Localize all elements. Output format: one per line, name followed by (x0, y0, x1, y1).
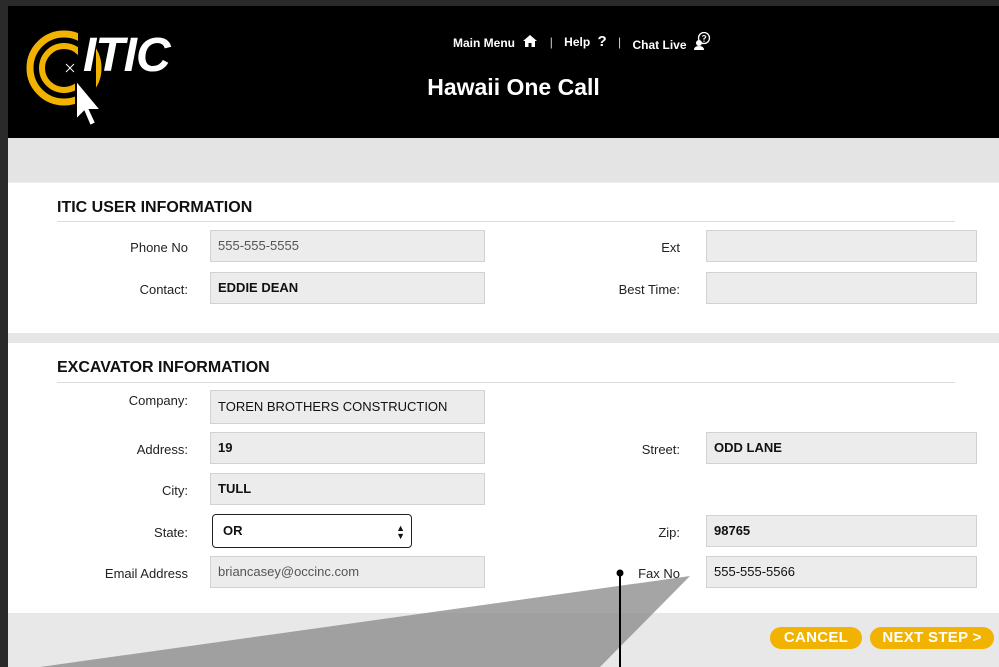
contact-field[interactable]: EDDIE DEAN (210, 272, 485, 304)
state-label: State: (154, 525, 188, 540)
chat-live-link[interactable]: Chat Live (632, 31, 713, 52)
company-label: Company: (128, 393, 188, 408)
street-label: Street: (641, 442, 680, 457)
section-divider (57, 221, 955, 222)
top-nav: Main Menu | Help ? | Chat Live (453, 31, 713, 52)
ext-label: Ext (661, 240, 680, 255)
next-step-button[interactable]: NEXT STEP > (870, 627, 994, 649)
city-label: City: (162, 483, 188, 498)
zip-label: Zip: (658, 525, 680, 540)
app-frame: ITIC Main Menu | Help ? | Chat Live Hawa… (8, 6, 999, 667)
chevron-updown-icon: ▲ ▼ (396, 523, 405, 541)
best-time-label: Best Time: (618, 282, 680, 297)
state-select[interactable]: OR ▲ ▼ (212, 514, 412, 548)
chat-support-icon (693, 31, 711, 50)
city-field[interactable]: TULL (210, 473, 485, 505)
fax-field[interactable]: 555-555-5566 (706, 556, 977, 588)
nav-separator: | (549, 34, 553, 49)
main-menu-label: Main Menu (453, 35, 515, 50)
cancel-button[interactable]: CANCEL (770, 627, 862, 649)
best-time-field[interactable] (706, 272, 977, 304)
email-label: Email Address (104, 566, 188, 581)
user-info-heading: ITIC USER INFORMATION (57, 199, 253, 216)
address-field[interactable]: 19 (210, 432, 485, 464)
nav-separator: | (618, 34, 622, 49)
help-label: Help (564, 34, 591, 49)
chat-live-label: Chat Live (632, 37, 687, 52)
help-link[interactable]: Help ? (564, 33, 607, 50)
contact-label: Contact: (139, 282, 188, 297)
company-field[interactable]: TOREN BROTHERS CONSTRUCTION (210, 390, 485, 424)
email-field[interactable]: briancasey@occinc.com (210, 556, 485, 588)
state-selected-value: OR (223, 523, 243, 538)
spacer-band (8, 138, 999, 182)
section-divider (57, 382, 955, 383)
phone-field[interactable]: 555-555-5555 (210, 230, 485, 262)
address-label: Address: (136, 442, 188, 457)
section-separator-band (8, 333, 999, 343)
main-menu-link[interactable]: Main Menu (453, 34, 538, 50)
header-bar: ITIC Main Menu | Help ? | Chat Live Hawa… (8, 6, 999, 138)
page-title: Hawaii One Call (427, 74, 600, 100)
street-field[interactable]: ODD LANE (706, 432, 977, 464)
fax-label: Fax No (638, 566, 680, 581)
excavator-info-heading: EXCAVATOR INFORMATION (57, 359, 270, 376)
ext-field[interactable] (706, 230, 977, 262)
home-icon (523, 35, 538, 47)
zip-field[interactable]: 98765 (706, 515, 977, 547)
help-icon: ? (597, 33, 607, 51)
phone-label: Phone No (130, 240, 188, 255)
